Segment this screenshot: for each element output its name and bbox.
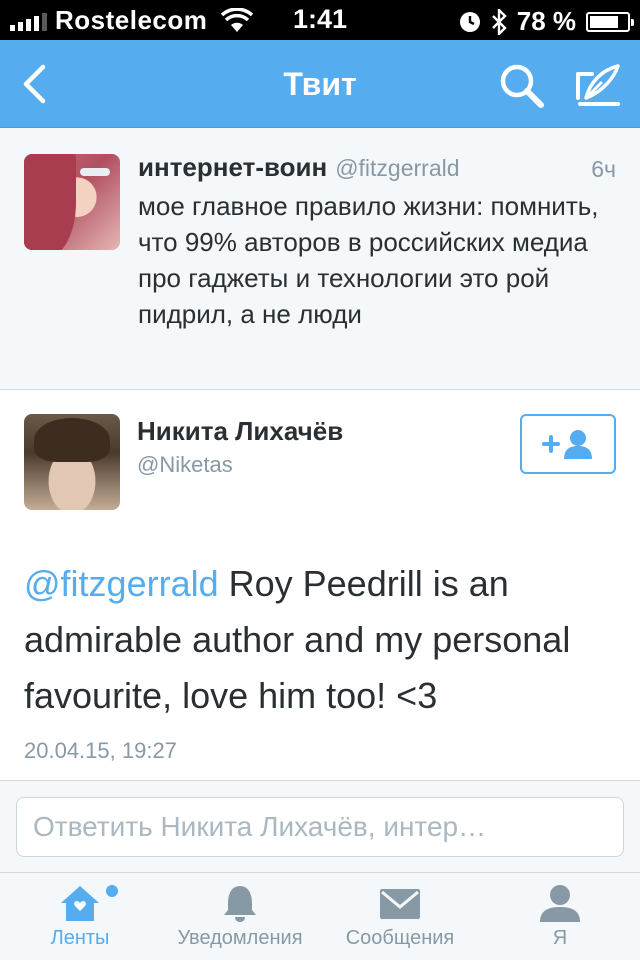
author-name[interactable]: Никита Лихачёв xyxy=(137,416,343,447)
add-user-icon xyxy=(542,430,592,459)
author-name[interactable]: интернет-воин xyxy=(138,152,327,182)
reply-bar xyxy=(0,780,640,872)
tweet-text: мое главное правило жизни: помнить, что … xyxy=(138,191,599,329)
person-icon xyxy=(540,885,580,922)
tab-me[interactable]: Я xyxy=(480,873,640,960)
battery-percent: 78 % xyxy=(516,6,576,36)
status-bar: Rostelecom 1:41 78 % xyxy=(0,0,640,40)
compose-icon xyxy=(576,64,620,106)
nav-bar: Твит xyxy=(0,40,640,128)
tweet-timestamp: 20.04.15, 19:27 xyxy=(24,738,177,763)
envelope-icon xyxy=(380,889,420,919)
author-handle: @fitzgerrald xyxy=(335,155,460,181)
tweet-text: @fitzgerrald Roy Peedrill is an admirabl… xyxy=(24,556,624,724)
tab-bar: Ленты Уведомления Сообщения Я xyxy=(0,872,640,960)
battery-icon xyxy=(586,11,634,32)
tab-label: Ленты xyxy=(50,927,110,949)
tab-notifications[interactable]: Уведомления xyxy=(160,873,320,960)
bluetooth-icon xyxy=(491,8,507,35)
author-handle: @Niketas xyxy=(137,452,233,477)
bell-icon xyxy=(224,886,256,922)
tab-label: Уведомления xyxy=(177,927,303,949)
search-icon xyxy=(500,64,544,108)
tweet-time: 6ч xyxy=(591,156,616,182)
avatar[interactable] xyxy=(24,154,120,250)
home-icon xyxy=(61,886,99,921)
avatar[interactable] xyxy=(24,414,120,510)
compose-button[interactable] xyxy=(572,60,622,110)
tab-home[interactable]: Ленты xyxy=(0,873,160,960)
parent-tweet[interactable]: интернет-воин @fitzgerrald 6ч мое главное… xyxy=(0,128,640,390)
unread-dot xyxy=(106,885,118,897)
mention-link[interactable]: @fitzgerrald xyxy=(24,563,219,604)
parent-tweet-header: интернет-воин @fitzgerrald xyxy=(138,152,460,183)
reply-input[interactable] xyxy=(16,797,624,857)
tab-label: Сообщения xyxy=(345,927,455,949)
follow-button[interactable] xyxy=(520,414,616,474)
tab-messages[interactable]: Сообщения xyxy=(320,873,480,960)
tab-label: Я xyxy=(552,927,568,949)
alarm-icon xyxy=(459,11,480,32)
search-button[interactable] xyxy=(498,62,546,110)
